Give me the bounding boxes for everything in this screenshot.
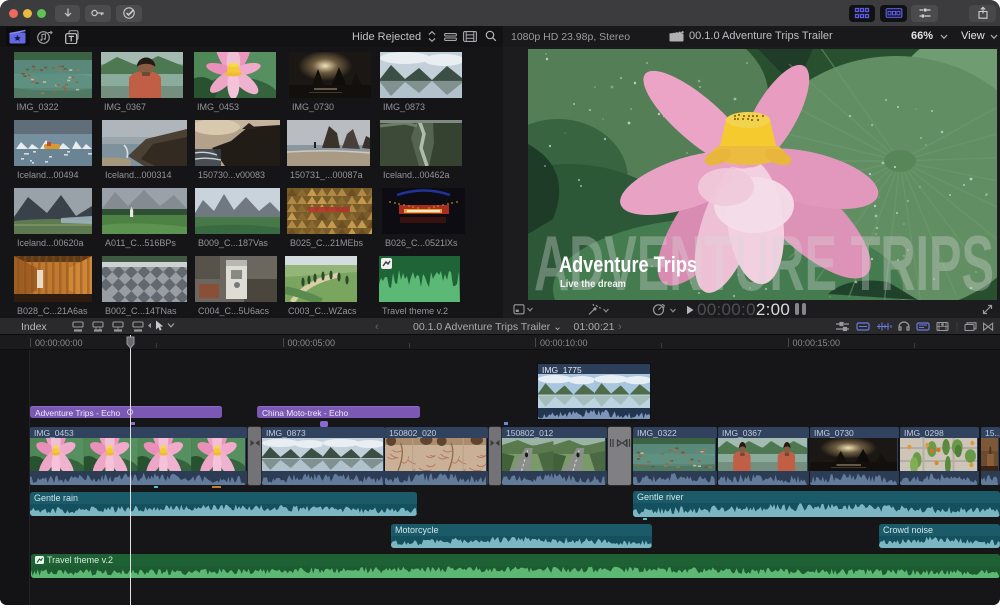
svg-text:Adventure Trips: Adventure Trips bbox=[559, 252, 697, 277]
svg-text:Live the dream: Live the dream bbox=[560, 278, 626, 290]
